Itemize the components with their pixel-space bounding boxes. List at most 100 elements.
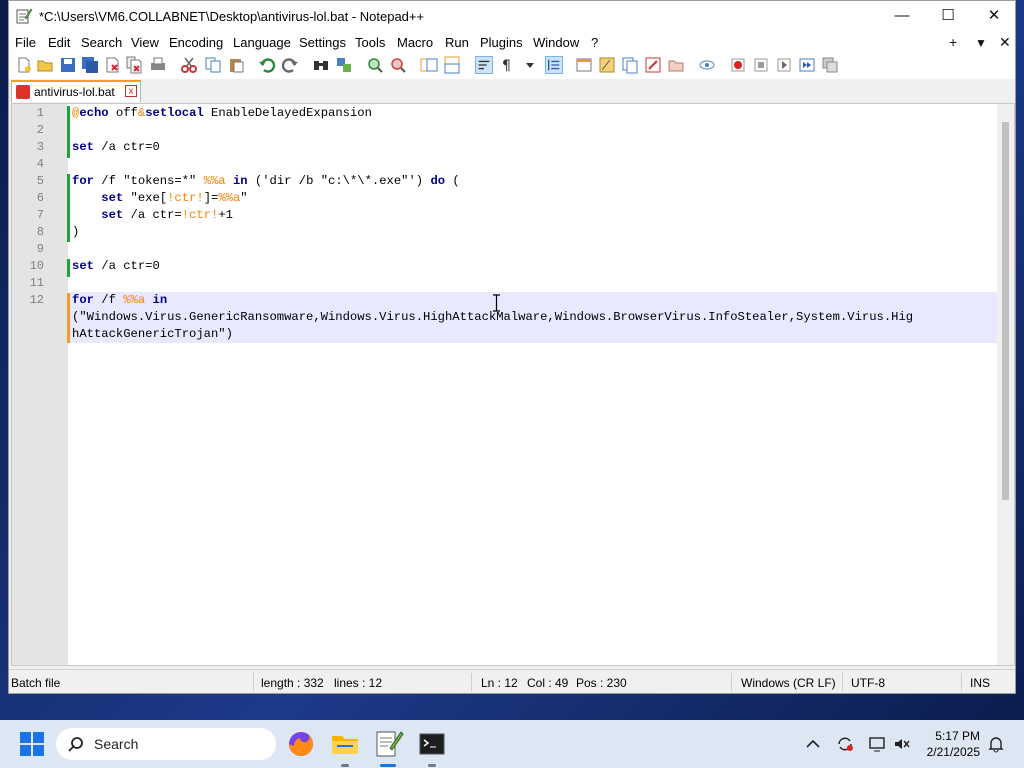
code-token: /a ctr= [123, 208, 182, 222]
menu-language[interactable]: Language [233, 35, 291, 50]
undo-icon[interactable] [258, 56, 276, 74]
code-token: +1 [218, 208, 233, 222]
line-number: 7 [36, 208, 44, 222]
word-wrap-icon[interactable] [475, 56, 493, 74]
indent-guide-icon[interactable] [545, 56, 563, 74]
menu-help[interactable]: ? [591, 35, 598, 50]
close-button[interactable]: ✕ [971, 1, 1015, 33]
line-number: 10 [29, 259, 44, 273]
code-line[interactable]: for /f %%a in [72, 293, 167, 307]
paste-icon[interactable] [227, 56, 245, 74]
editor-pane[interactable]: 1 2 3 4 5 6 7 8 9 10 11 12 @echo off&setlocal Enabl… [11, 103, 1015, 666]
unsaved-file-icon [16, 85, 30, 99]
save-all-icon[interactable] [81, 56, 99, 74]
replace-icon[interactable] [335, 56, 353, 74]
function-list-icon[interactable] [621, 56, 639, 74]
saved-change-marker [67, 259, 70, 277]
menu-plugins[interactable]: Plugins [480, 35, 523, 50]
code-token: ('dir /b "c:\*\*.exe"') [247, 174, 431, 188]
menu-edit[interactable]: Edit [48, 35, 70, 50]
new-file-icon[interactable] [15, 56, 33, 74]
minimize-button[interactable]: — [879, 1, 925, 33]
new-tab-plus-icon[interactable]: + [949, 34, 957, 50]
code-line[interactable]: set "exe[!ctr!]=%%a" [72, 191, 247, 205]
sync-horizontal-icon[interactable] [443, 56, 461, 74]
menu-encoding[interactable]: Encoding [169, 35, 223, 50]
open-file-icon[interactable] [36, 56, 54, 74]
sync-vertical-icon[interactable] [420, 56, 438, 74]
monitoring-eye-icon[interactable] [698, 56, 716, 74]
menu-macro[interactable]: Macro [397, 35, 433, 50]
status-eol[interactable]: Windows (CR LF) [741, 676, 836, 690]
find-icon[interactable] [312, 56, 330, 74]
status-insert-mode[interactable]: INS [970, 676, 990, 690]
play-macro-icon[interactable] [775, 56, 793, 74]
volume-muted-icon[interactable] [893, 735, 911, 753]
menu-run[interactable]: Run [445, 35, 469, 50]
title-bar[interactable]: *C:\Users\VM6.COLLABNET\Desktop\antiviru… [9, 1, 1015, 33]
file-explorer-icon[interactable] [329, 728, 361, 760]
code-line[interactable]: set /a ctr=0 [72, 140, 160, 154]
maximize-button[interactable]: ☐ [925, 1, 971, 33]
menu-view[interactable]: View [131, 35, 159, 50]
windows-start-icon[interactable] [16, 728, 48, 760]
close-file-icon[interactable] [103, 56, 121, 74]
menu-search[interactable]: Search [81, 35, 122, 50]
notepadpp-taskbar-icon[interactable] [372, 728, 404, 760]
notepadpp-window: *C:\Users\VM6.COLLABNET\Desktop\antiviru… [8, 0, 1016, 694]
show-hidden-icons-chevron-icon[interactable] [804, 735, 822, 753]
notifications-bell-icon[interactable] [987, 735, 1005, 753]
line-number: 9 [36, 242, 44, 256]
status-encoding[interactable]: UTF-8 [851, 676, 885, 690]
show-all-characters-icon[interactable]: ¶ [498, 56, 516, 74]
status-column: Col : 49 [527, 676, 569, 690]
close-doc-icon[interactable]: ✕ [999, 34, 1011, 51]
system-clock[interactable]: 5:17 PM 2/21/2025 [927, 728, 980, 760]
folder-icon[interactable] [667, 56, 685, 74]
copy-icon[interactable] [204, 56, 222, 74]
code-line[interactable]: ) [72, 225, 79, 239]
show-all-dropdown-icon[interactable] [521, 56, 539, 74]
redo-icon[interactable] [281, 56, 299, 74]
network-icon[interactable] [868, 735, 886, 753]
close-all-icon[interactable] [125, 56, 143, 74]
document-map-icon[interactable] [598, 56, 616, 74]
tab-close-icon[interactable]: x [125, 85, 137, 97]
status-separator [731, 673, 732, 691]
scrollbar-thumb[interactable] [1002, 122, 1009, 500]
code-line[interactable]: ("Windows.Virus.GenericRansomware,Window… [72, 310, 913, 324]
svg-text:¶: ¶ [502, 58, 511, 74]
terminal-icon[interactable] [416, 728, 448, 760]
vertical-scrollbar[interactable] [997, 104, 1014, 665]
code-line[interactable]: for /f "tokens=*" %%a in ('dir /b "c:\*\… [72, 174, 460, 188]
code-line[interactable]: @echo off&setlocal EnableDelayedExpansio… [72, 106, 372, 120]
zoom-in-icon[interactable] [366, 56, 384, 74]
line-number: 3 [36, 140, 44, 154]
menu-tools[interactable]: Tools [355, 35, 385, 50]
save-icon[interactable] [59, 56, 77, 74]
code-line[interactable]: set /a ctr=!ctr!+1 [72, 208, 233, 222]
cut-icon[interactable] [180, 56, 198, 74]
folder-as-workspace-icon[interactable] [644, 56, 662, 74]
menu-file[interactable]: File [15, 35, 36, 50]
record-macro-icon[interactable] [729, 56, 747, 74]
code-token: set [101, 208, 124, 222]
tab-antivirus-lol-bat[interactable]: antivirus-lol.bat x [11, 80, 141, 102]
stop-macro-icon[interactable] [752, 56, 770, 74]
zoom-out-icon[interactable] [389, 56, 407, 74]
code-line[interactable]: hAttackGenericTrojan") [72, 327, 233, 341]
tab-list-dropdown-icon[interactable]: ▼ [975, 36, 987, 50]
taskbar-search[interactable]: Search [56, 728, 276, 760]
menu-settings[interactable]: Settings [299, 35, 346, 50]
print-icon[interactable] [149, 56, 167, 74]
code-token: /f [93, 293, 124, 307]
user-defined-language-icon[interactable] [575, 56, 593, 74]
save-macro-icon[interactable] [821, 56, 839, 74]
menu-window[interactable]: Window [533, 35, 579, 50]
firefox-icon[interactable] [285, 728, 317, 760]
code-line[interactable]: set /a ctr=0 [72, 259, 160, 273]
update-sync-icon[interactable] [836, 735, 854, 753]
run-macro-multiple-icon[interactable] [798, 56, 816, 74]
